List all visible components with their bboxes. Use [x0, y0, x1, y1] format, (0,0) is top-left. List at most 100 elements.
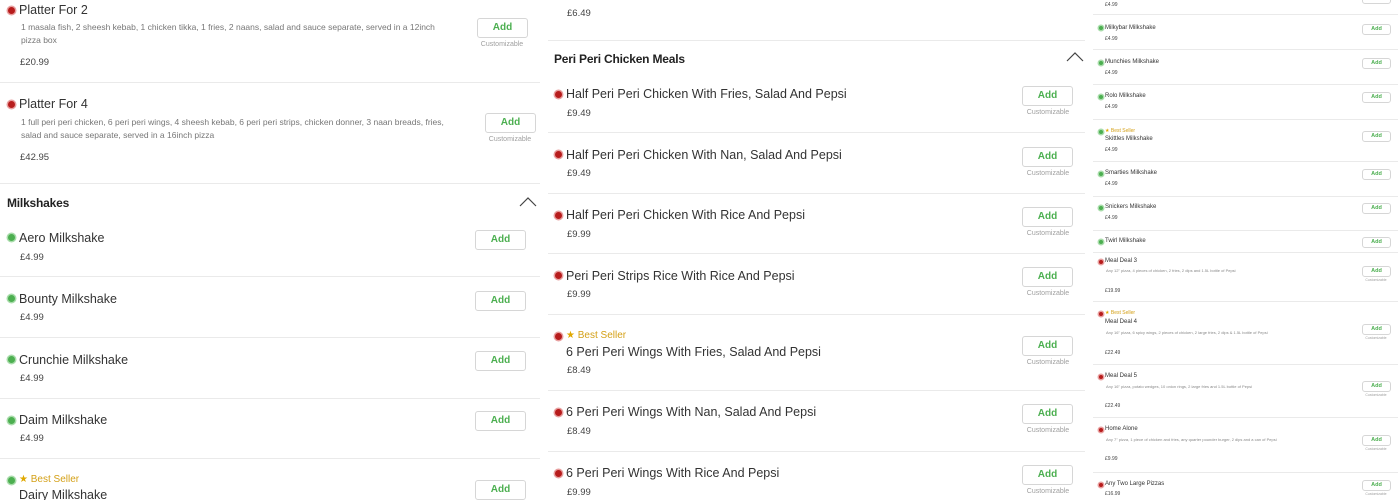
- section-header-milkshakes[interactable]: Milkshakes: [0, 184, 540, 220]
- menu-item-dairy-milkshake: ★ Best Seller Dairy Milkshake Add: [0, 459, 540, 500]
- add-button[interactable]: Add: [1362, 24, 1391, 35]
- add-button[interactable]: Add: [1362, 324, 1391, 335]
- item-name: Platter For 2: [19, 3, 88, 17]
- menu-item: Twirl Milkshake Add: [1093, 231, 1398, 253]
- item-name: 6 Peri Peri Wings With Fries, Salad And …: [566, 345, 821, 359]
- non-veg-indicator-icon: [555, 91, 562, 98]
- customizable-label: Customizable: [480, 41, 524, 48]
- non-veg-indicator-icon: [555, 409, 562, 416]
- menu-column-middle: £6.49 Peri Peri Chicken Meals Half Peri …: [548, 0, 1085, 500]
- menu-column-left: Platter For 2 1 masala fish, 2 sheesh ke…: [0, 0, 544, 500]
- add-button[interactable]: Add: [1362, 435, 1391, 446]
- chevron-up-icon[interactable]: [1066, 52, 1084, 62]
- add-button[interactable]: Add: [1022, 465, 1073, 485]
- item-name: Any Two Large Pizzas: [1105, 481, 1165, 487]
- item-price: £9.99: [567, 229, 591, 240]
- item-name: Skittles Milkshake: [1105, 136, 1153, 142]
- veg-indicator-icon: [1099, 130, 1103, 134]
- item-price: £6.49: [567, 8, 591, 19]
- menu-item-platter-for-4: Platter For 4 1 full peri peri chicken, …: [0, 83, 540, 184]
- veg-indicator-icon: [1099, 206, 1103, 210]
- item-description: Any 16" pizza, 6 spicy wings, 2 pieces o…: [1106, 330, 1268, 335]
- add-button[interactable]: Add: [477, 18, 528, 38]
- menu-item: Smarties Milkshake £4.99 Add: [1093, 162, 1398, 197]
- add-button[interactable]: Add: [475, 291, 526, 311]
- non-veg-indicator-icon: [555, 470, 562, 477]
- add-button[interactable]: Add: [1362, 237, 1391, 248]
- non-veg-indicator-icon: [1099, 312, 1103, 316]
- veg-indicator-icon: [1099, 26, 1103, 30]
- add-button[interactable]: Add: [485, 113, 536, 133]
- menu-item: ★ Best Seller Meal Deal 4 Any 16" pizza,…: [1093, 302, 1398, 365]
- menu-item: ★ Best Seller Skittles Milkshake £4.99 A…: [1093, 120, 1398, 162]
- add-button[interactable]: Add: [475, 480, 526, 500]
- veg-indicator-icon: [1099, 240, 1103, 244]
- add-button[interactable]: Add: [1362, 480, 1391, 491]
- customizable-label: Customizable: [1026, 109, 1070, 116]
- item-name: Smarties Milkshake: [1105, 170, 1158, 176]
- veg-indicator-icon: [1099, 61, 1103, 65]
- add-button[interactable]: Add: [475, 230, 526, 250]
- item-price: £4.99: [1105, 215, 1118, 221]
- menu-item-crunchie-milkshake: Crunchie Milkshake £4.99 Add: [0, 338, 540, 399]
- add-button[interactable]: Add: [1362, 58, 1391, 69]
- add-button[interactable]: Add: [1362, 203, 1391, 214]
- add-button[interactable]: Add: [1362, 92, 1391, 103]
- add-button[interactable]: Add: [475, 411, 526, 431]
- item-price: £4.99: [1105, 181, 1118, 187]
- item-price: £42.95: [20, 152, 50, 163]
- item-price: £22.49: [1105, 350, 1121, 356]
- menu-column-right: £4.99 Add Milkybar Milkshake £4.99 Add M…: [1093, 0, 1400, 500]
- best-seller-badge: ★ Best Seller: [1105, 128, 1135, 134]
- menu-item: Milkybar Milkshake £4.99 Add: [1093, 15, 1398, 50]
- item-name: Half Peri Peri Chicken With Nan, Salad A…: [566, 148, 842, 162]
- item-name: Milkybar Milkshake: [1105, 25, 1156, 31]
- add-button[interactable]: Add: [1022, 336, 1073, 356]
- item-name: Home Alone: [1105, 426, 1138, 432]
- item-description: 1 full peri peri chicken, 6 peri peri wi…: [21, 117, 444, 140]
- add-button[interactable]: Add: [1022, 86, 1073, 106]
- customizable-label: Customizable: [1365, 447, 1387, 451]
- add-button[interactable]: Add: [475, 351, 526, 371]
- add-button[interactable]: Add: [1362, 0, 1391, 4]
- add-button[interactable]: Add: [1022, 207, 1073, 227]
- menu-item-bounty-milkshake: Bounty Milkshake £4.99 Add: [0, 277, 540, 338]
- customizable-label: Customizable: [1365, 492, 1387, 496]
- best-seller-badge: ★ Best Seller: [19, 474, 79, 485]
- menu-item: ★ Best Seller 6 Peri Peri Wings With Fri…: [548, 315, 1085, 391]
- menu-item: Meal Deal 5 Any 16" pizza, potato wedges…: [1093, 365, 1398, 418]
- non-veg-indicator-icon: [8, 7, 15, 14]
- star-icon: ★: [1105, 128, 1110, 134]
- item-price: £4.99: [20, 373, 44, 384]
- add-button[interactable]: Add: [1022, 147, 1073, 167]
- item-price: £4.99: [1105, 70, 1118, 76]
- item-price: £22.49: [1105, 403, 1121, 409]
- item-price: £19.99: [1105, 288, 1121, 294]
- add-button[interactable]: Add: [1022, 404, 1073, 424]
- customizable-label: Customizable: [1365, 393, 1387, 397]
- customizable-label: Customizable: [488, 136, 532, 143]
- menu-item: Home Alone Any 7" pizza, 1 piece of chic…: [1093, 418, 1398, 473]
- item-price: £9.99: [567, 289, 591, 300]
- best-seller-label: Best Seller: [30, 474, 80, 485]
- add-button[interactable]: Add: [1362, 131, 1391, 142]
- best-seller-label: Best Seller: [1110, 310, 1136, 316]
- item-price: £4.99: [20, 252, 44, 263]
- star-icon: ★: [1105, 310, 1110, 316]
- section-title: Peri Peri Chicken Meals: [554, 52, 685, 66]
- item-price: £4.99: [1105, 2, 1118, 8]
- add-button[interactable]: Add: [1362, 266, 1391, 277]
- item-description: Any 12" pizza, 4 pieces of chicken, 2 fr…: [1106, 268, 1236, 273]
- menu-item: Munchies Milkshake £4.99 Add: [1093, 50, 1398, 85]
- add-button[interactable]: Add: [1362, 381, 1391, 392]
- item-name: Meal Deal 3: [1105, 258, 1138, 264]
- add-button[interactable]: Add: [1362, 169, 1391, 180]
- menu-item: 6 Peri Peri Wings With Rice And Pepsi £9…: [548, 452, 1085, 500]
- add-button[interactable]: Add: [1022, 267, 1073, 287]
- chevron-up-icon[interactable]: [519, 197, 537, 207]
- menu-item: 6 Peri Peri Wings With Nan, Salad And Pe…: [548, 391, 1085, 452]
- item-name: Half Peri Peri Chicken With Rice And Pep…: [566, 208, 805, 222]
- non-veg-indicator-icon: [1099, 260, 1103, 264]
- non-veg-indicator-icon: [555, 151, 562, 158]
- section-header-peri-peri-chicken-meals[interactable]: Peri Peri Chicken Meals: [548, 41, 1085, 76]
